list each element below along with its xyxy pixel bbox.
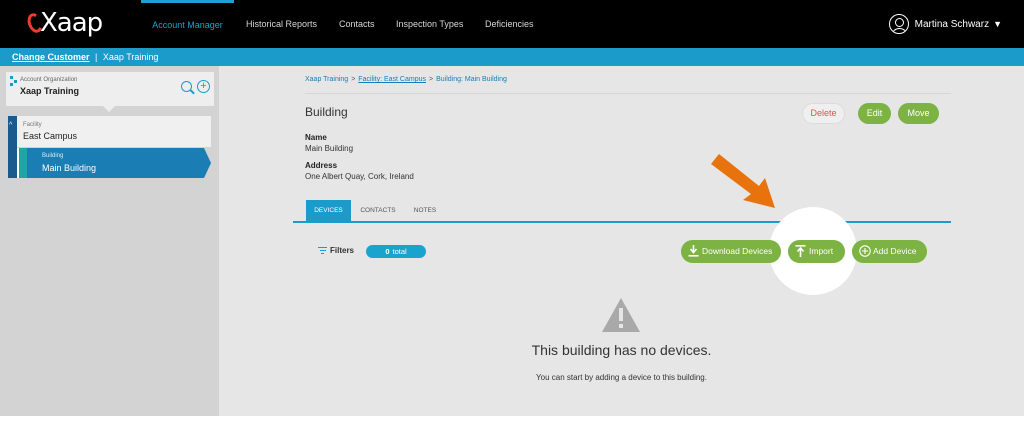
user-name: Martina Schwarz	[914, 18, 990, 30]
org-card[interactable]: Account Organization Xaap Training +	[6, 72, 214, 112]
change-customer-link[interactable]: Change Customer	[12, 52, 90, 62]
sidebar: Account Organization Xaap Training + ^ F…	[0, 66, 219, 416]
add-circle-icon	[859, 245, 871, 257]
org-tree-icon	[10, 76, 18, 86]
tab-notes[interactable]: NOTES	[411, 200, 439, 221]
empty-state-subtitle: You can start by adding a device to this…	[536, 373, 707, 382]
chevron-down-icon: ▼	[993, 19, 1002, 29]
user-menu[interactable]: Martina Schwarz ▼	[888, 12, 1002, 36]
customer-separator: |	[95, 52, 98, 62]
import-button[interactable]: Import	[788, 240, 845, 263]
facility-label: Facility	[23, 122, 42, 128]
facility-name: East Campus	[23, 131, 78, 141]
main-content: Xaap Training > Facility: East Campus > Buil…	[219, 66, 1024, 416]
filters-toggle[interactable]: Filters	[318, 246, 354, 255]
filters-label: Filters	[330, 246, 355, 255]
delete-button[interactable]: Delete	[802, 103, 845, 124]
top-nav: Xaap Account Manager Historical Reports …	[0, 0, 1024, 48]
collapse-tree-bar[interactable]: ^	[8, 116, 17, 178]
chevron-up-icon: ^	[9, 122, 13, 129]
empty-state-title: This building has no devices.	[531, 342, 712, 358]
total-badge: 0 total	[366, 245, 426, 258]
page-title: Building	[305, 105, 348, 119]
add-device-button[interactable]: Add Device	[852, 240, 927, 263]
divider	[305, 93, 951, 94]
name-value: Main Building	[305, 144, 354, 153]
add-device-label: Add Device	[873, 246, 917, 256]
breadcrumb-facility[interactable]: Facility: East Campus	[358, 76, 426, 83]
org-label: Account Organization	[20, 77, 78, 83]
tabs-underline	[293, 221, 951, 223]
breadcrumb-sep: >	[428, 76, 434, 83]
logo-text: Xaap	[40, 8, 103, 38]
edit-button[interactable]: Edit	[858, 103, 891, 124]
breadcrumb: Xaap Training > Facility: East Campus > Buil…	[305, 76, 507, 83]
warning-icon	[602, 298, 640, 332]
building-item-pointer	[204, 148, 211, 178]
total-label: total	[392, 247, 407, 256]
name-label: Name	[305, 133, 327, 142]
import-label: Import	[809, 246, 834, 256]
download-devices-label: Download Devices	[702, 246, 773, 256]
building-item-body: Building Main Building	[27, 148, 204, 178]
app-root: Xaap Account Manager Historical Reports …	[0, 0, 1024, 433]
xaap-logo[interactable]: Xaap	[25, 8, 103, 38]
nav-contacts[interactable]: Contacts	[339, 0, 375, 48]
address-label: Address	[305, 161, 338, 170]
building-name: Main Building	[42, 163, 97, 173]
nav-inspection-types[interactable]: Inspection Types	[396, 0, 463, 48]
building-label: Building	[42, 153, 64, 159]
download-icon	[688, 245, 699, 257]
sidebar-item-facility[interactable]: Facility East Campus	[17, 116, 211, 147]
breadcrumb-building: Building: Main Building	[436, 76, 507, 83]
annotation-arrow-icon	[711, 154, 775, 208]
tab-devices[interactable]: DEVICES	[306, 200, 351, 221]
nav-historical-reports[interactable]: Historical Reports	[246, 0, 317, 48]
customer-bar: Change Customer | Xaap Training	[0, 48, 1024, 66]
upload-icon	[795, 245, 806, 257]
download-devices-button[interactable]: Download Devices	[681, 240, 781, 263]
total-count: 0	[385, 247, 390, 256]
org-name: Xaap Training	[20, 86, 80, 96]
nav-account-manager[interactable]: Account Manager	[141, 0, 234, 48]
add-circle-icon[interactable]: +	[197, 80, 210, 93]
tab-contacts[interactable]: CONTACTS	[358, 200, 398, 221]
sidebar-item-building[interactable]: Building Main Building	[17, 148, 211, 178]
nav-deficiencies[interactable]: Deficiencies	[485, 0, 534, 48]
building-accent	[17, 148, 27, 178]
breadcrumb-root[interactable]: Xaap Training	[305, 76, 348, 83]
search-icon[interactable]	[181, 81, 192, 92]
filter-icon	[318, 247, 327, 255]
address-value: One Albert Quay, Cork, Ireland	[305, 172, 414, 181]
move-button[interactable]: Move	[898, 103, 939, 124]
breadcrumb-sep: >	[351, 76, 356, 83]
user-icon	[888, 14, 909, 34]
customer-name: Xaap Training	[102, 52, 159, 62]
